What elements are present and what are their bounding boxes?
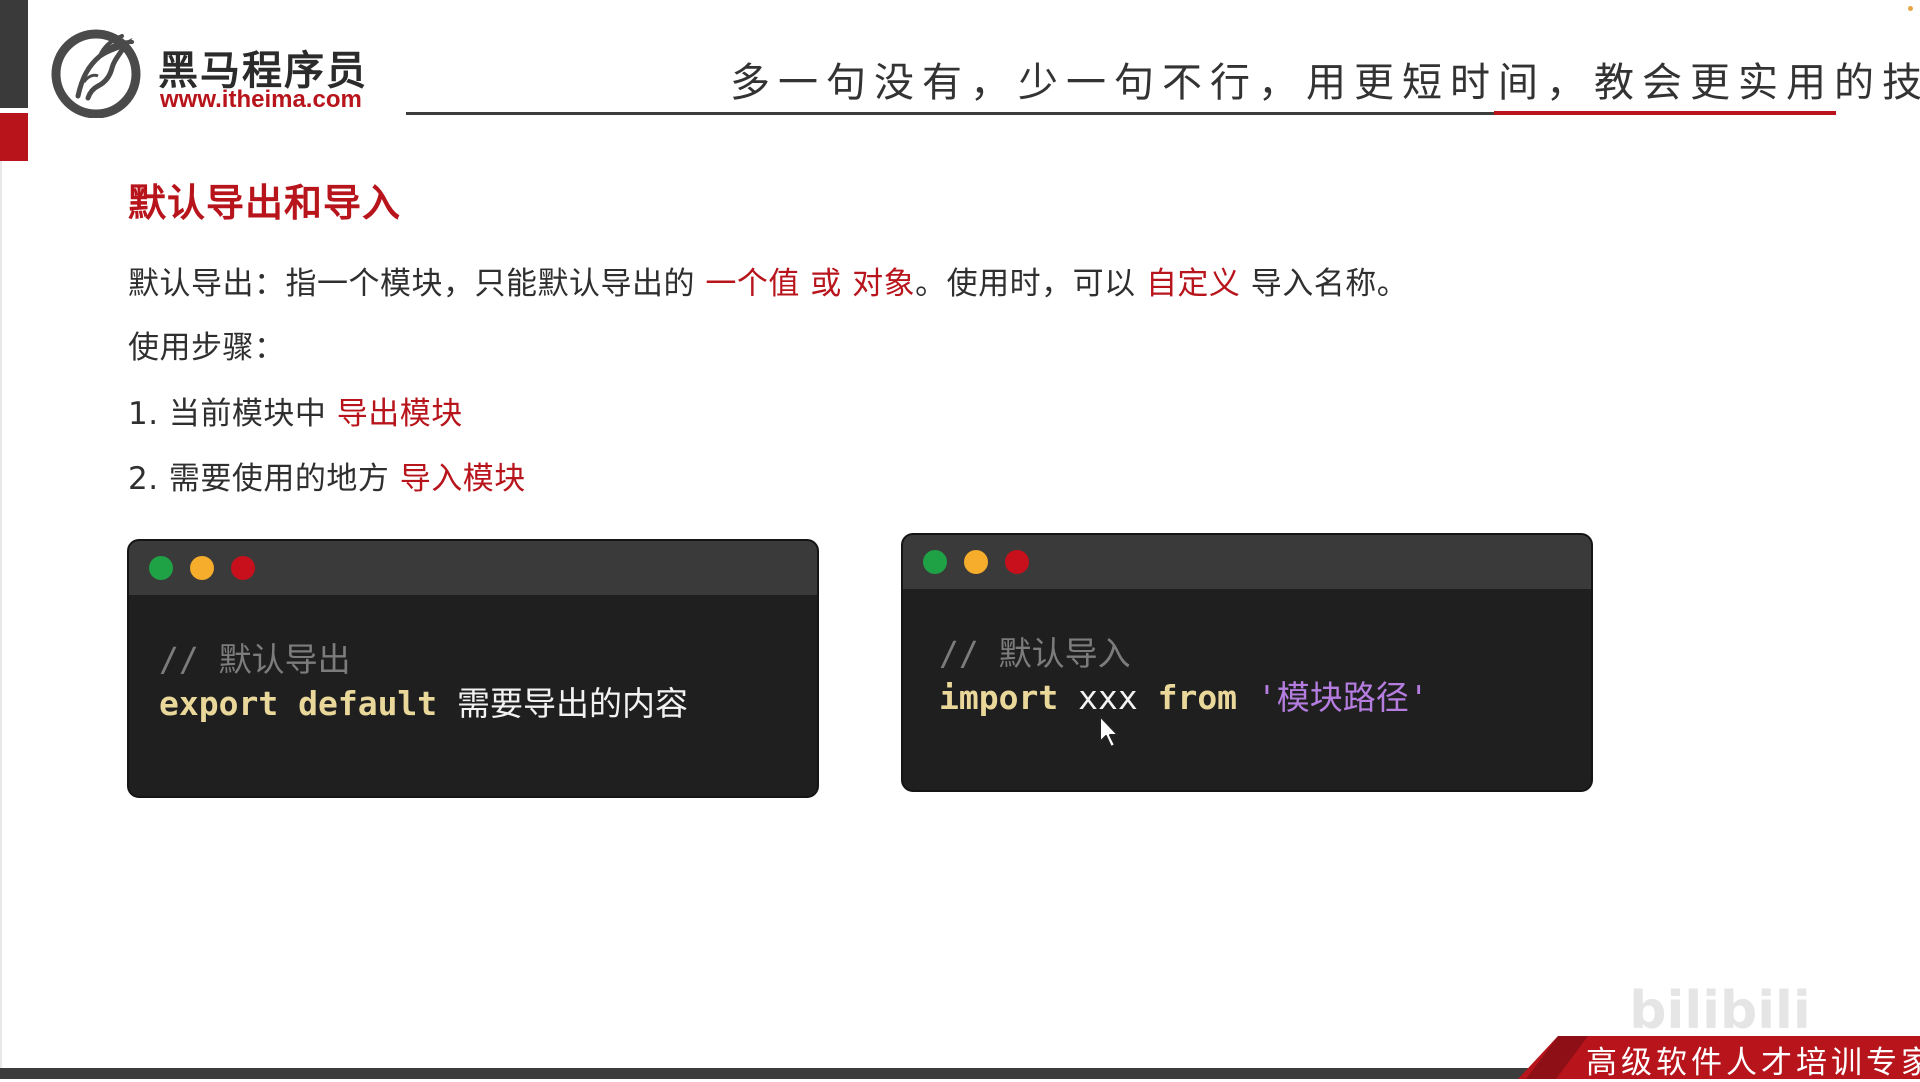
definition-highlight-custom: 自定义	[1145, 266, 1241, 302]
definition-line: 默认导出：指一个模块，只能默认导出的 一个值 或 对象。使用时，可以 自定义 导…	[128, 258, 1408, 303]
left-divider	[0, 161, 2, 1071]
slide-title: 默认导出和导入	[128, 181, 402, 225]
bilibili-watermark: bilibili	[1629, 981, 1810, 1040]
step-1-text: 1. 当前模块中	[128, 396, 337, 432]
code-keyword-default: default	[298, 684, 438, 723]
window-close-dot-icon	[1005, 550, 1029, 574]
step-1-highlight: 导出模块	[336, 396, 463, 432]
header-corner-dot	[1908, 6, 1913, 11]
definition-mid: 。使用时，可以	[915, 266, 1146, 302]
svg-text:bilibili: bilibili	[1629, 981, 1810, 1040]
step-2-highlight: 导入模块	[399, 461, 526, 497]
step-2: 2. 需要使用的地方 导入模块	[128, 453, 526, 498]
code-string-path: '模块路径'	[1256, 678, 1429, 717]
code-keyword-export: export	[159, 684, 279, 723]
code-line-export: export default 需要导出的内容	[159, 677, 688, 725]
code-comment: // 默认导出	[159, 640, 351, 679]
definition-prefix: 默认导出：指一个模块，只能默认导出的	[128, 266, 706, 302]
code-window-export: // 默认导出 export default 需要导出的内容	[127, 539, 819, 798]
steps-heading: 使用步骤：	[128, 330, 286, 366]
logo-url: www.itheima.com	[160, 86, 362, 113]
window-minimize-dot-icon	[964, 550, 988, 574]
left-red-strip	[0, 113, 28, 161]
left-dark-strip	[0, 0, 28, 108]
definition-suffix: 导入名称。	[1240, 266, 1409, 302]
code-keyword-from: from	[1157, 678, 1238, 717]
logo-horse-icon	[51, 29, 141, 118]
header-rule-accent	[1494, 111, 1836, 115]
code-window-import: // 默认导入 import xxx from '模块路径'	[901, 533, 1593, 792]
step-1: 1. 当前模块中 导出模块	[128, 388, 463, 433]
code-keyword-import: import	[939, 678, 1059, 717]
step-2-text: 2. 需要使用的地方	[128, 461, 400, 497]
header-slogan: 多一句没有，少一句不行，用更短时间，教会更实用的技术!	[730, 60, 1920, 106]
code-comment: // 默认导入	[939, 634, 1131, 673]
footer-tagline: 高级软件人才培训专家	[1586, 1045, 1920, 1081]
code-identifier: xxx	[1078, 678, 1138, 717]
code-window-titlebar	[129, 541, 817, 595]
window-maximize-dot-icon	[149, 556, 173, 580]
code-window-titlebar	[903, 535, 1591, 589]
window-maximize-dot-icon	[923, 550, 947, 574]
window-minimize-dot-icon	[190, 556, 214, 580]
code-line-import: import xxx from '模块路径'	[939, 671, 1429, 719]
window-close-dot-icon	[231, 556, 255, 580]
code-export-content: 需要导出的内容	[457, 684, 689, 723]
definition-highlight-value: 一个值 或 对象	[705, 266, 916, 302]
mouse-cursor-icon	[1099, 715, 1119, 748]
